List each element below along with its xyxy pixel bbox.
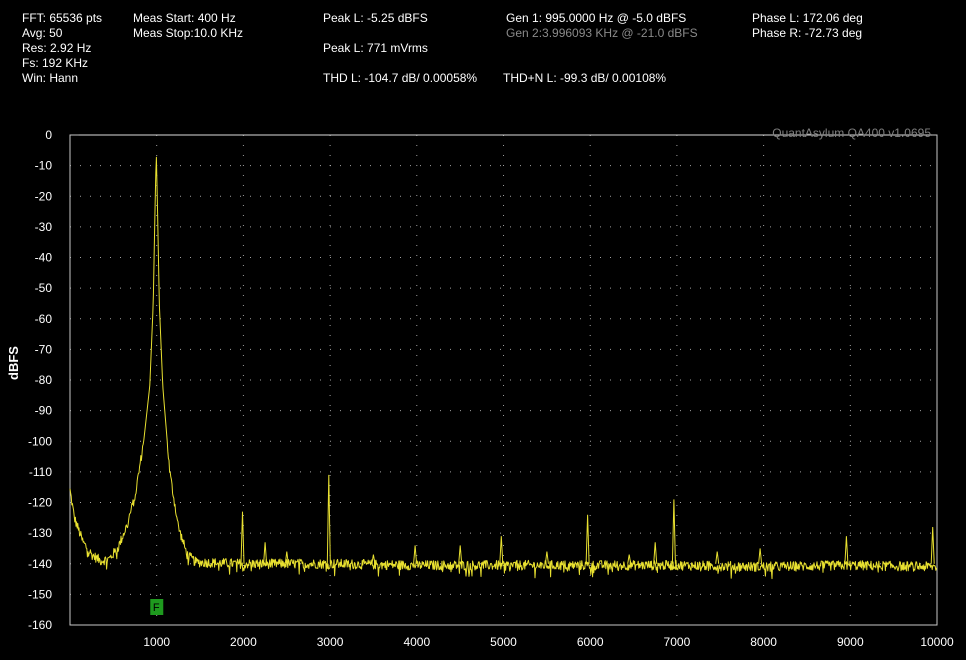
y-tick-label: -40 [35, 251, 53, 265]
y-tick-label: -10 [35, 159, 53, 173]
x-tick-label: 1000 [143, 635, 170, 649]
spectrum-chart: 0 -10 -20 -30 -40 -50 -60 -70 -80 -90 -100 -110 -120… [28, 126, 954, 649]
x-tick-label: 4000 [403, 635, 430, 649]
y-tick-label: -50 [35, 281, 53, 295]
y-tick-label: -20 [35, 189, 53, 203]
y-tick-label: -80 [35, 373, 53, 387]
x-tick-label: 10000 [920, 635, 954, 649]
y-tick-label: -160 [28, 618, 52, 632]
watermark-text: QuantAsylum QA400 v1.0695 [772, 126, 931, 140]
x-tick-label: 7000 [664, 635, 691, 649]
y-tick-label: -120 [28, 496, 52, 510]
y-tick-label: -60 [35, 312, 53, 326]
x-tick-label: 6000 [577, 635, 604, 649]
y-tick-label: 0 [45, 128, 52, 142]
x-tick-label: 8000 [750, 635, 777, 649]
y-tick-label: -130 [28, 526, 52, 540]
y-tick-label: -90 [35, 404, 53, 418]
x-tick-label: 2000 [230, 635, 257, 649]
y-tick-label: -30 [35, 220, 53, 234]
y-tick-label: -100 [28, 434, 52, 448]
y-tick-label: -140 [28, 557, 52, 571]
y-tick-label: -70 [35, 342, 53, 356]
y-tick-label: -150 [28, 587, 52, 601]
x-tick-label: 3000 [317, 635, 344, 649]
x-tick-label: 9000 [837, 635, 864, 649]
x-tick-label: 5000 [490, 635, 517, 649]
fundamental-marker-label: F [153, 602, 160, 614]
y-tick-label: -110 [29, 465, 52, 479]
